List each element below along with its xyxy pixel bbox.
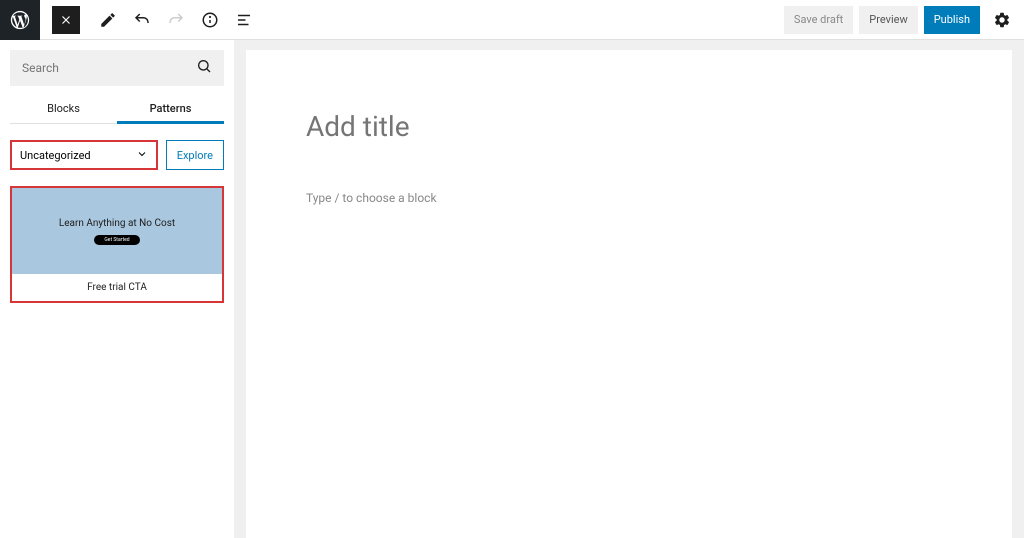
tab-blocks[interactable]: Blocks: [10, 92, 117, 123]
post-title-input[interactable]: [306, 110, 952, 143]
main-layout: Blocks Patterns Uncategorized Explore Le…: [0, 40, 1024, 538]
top-toolbar: Save draft Preview Publish: [0, 0, 1024, 40]
toolbar-right-group: Save draft Preview Publish: [784, 6, 1024, 34]
editor-canvas-wrap: Type / to choose a block: [234, 40, 1024, 538]
editor-canvas[interactable]: Type / to choose a block: [246, 50, 1012, 538]
pattern-card[interactable]: Learn Anything at No Cost Get Started Fr…: [10, 186, 224, 303]
pattern-label: Free trial CTA: [12, 274, 222, 301]
category-selected-label: Uncategorized: [20, 149, 91, 162]
publish-button[interactable]: Publish: [924, 6, 980, 34]
pattern-preview: Learn Anything at No Cost Get Started: [12, 188, 222, 274]
inserter-tabs: Blocks Patterns: [10, 92, 224, 124]
info-icon[interactable]: [200, 10, 220, 30]
pattern-preview-title: Learn Anything at No Cost: [59, 218, 175, 229]
save-draft-button[interactable]: Save draft: [784, 6, 853, 34]
wordpress-logo[interactable]: [0, 0, 40, 40]
search-box[interactable]: [10, 50, 224, 86]
chevron-down-icon: [136, 148, 148, 163]
pattern-filter-row: Uncategorized Explore: [10, 140, 224, 170]
category-dropdown[interactable]: Uncategorized: [10, 140, 158, 170]
inserter-sidebar: Blocks Patterns Uncategorized Explore Le…: [0, 40, 234, 538]
explore-button[interactable]: Explore: [166, 140, 224, 170]
undo-icon[interactable]: [132, 10, 152, 30]
redo-icon: [166, 10, 186, 30]
search-icon: [196, 58, 212, 78]
pattern-preview-button: Get Started: [94, 235, 139, 245]
search-input[interactable]: [22, 61, 196, 75]
toolbar-left-group: [0, 0, 254, 39]
block-placeholder[interactable]: Type / to choose a block: [306, 191, 952, 205]
preview-button[interactable]: Preview: [859, 6, 917, 34]
tab-patterns[interactable]: Patterns: [117, 92, 224, 123]
outline-icon[interactable]: [234, 10, 254, 30]
close-inserter-button[interactable]: [52, 6, 80, 34]
edit-icon[interactable]: [98, 10, 118, 30]
tool-icons-group: [98, 10, 254, 30]
settings-icon[interactable]: [990, 8, 1014, 32]
